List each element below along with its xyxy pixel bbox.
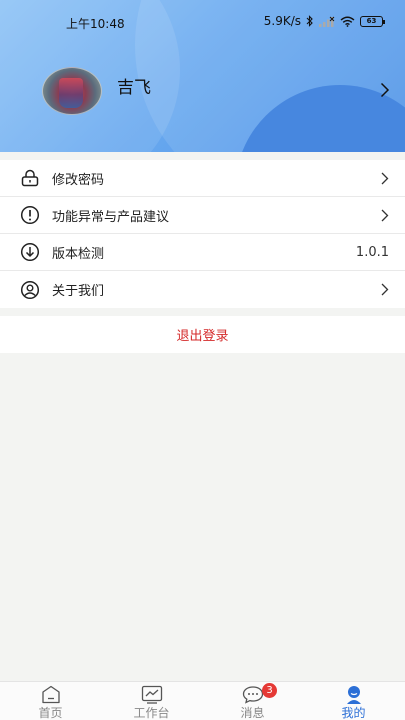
bluetooth-icon (306, 15, 313, 27)
wifi-icon (340, 16, 355, 27)
chevron-right-icon (381, 172, 389, 184)
avatar[interactable] (42, 67, 102, 115)
tab-workbench[interactable]: 工作台 (101, 682, 202, 720)
tab-messages[interactable]: 3 消息 (202, 682, 303, 720)
status-time: 上午10:48 (66, 17, 125, 31)
lock-icon (21, 169, 39, 187)
download-circle-icon (20, 242, 40, 262)
tab-label: 工作台 (133, 706, 170, 720)
unread-badge: 3 (262, 683, 277, 698)
tab-label: 我的 (341, 706, 366, 720)
menu-item-label: 功能异常与产品建议 (52, 209, 170, 225)
menu-item-change-password[interactable]: 修改密码 (0, 160, 405, 197)
network-speed: 5.9K/s (263, 14, 301, 28)
chevron-right-icon (381, 283, 389, 296)
status-indicators: 5.9K/s 63 (263, 14, 385, 28)
logout-button[interactable]: 退出登录 (0, 316, 405, 353)
user-circle-icon (20, 280, 40, 299)
tab-label: 首页 (38, 706, 63, 720)
tab-label: 消息 (240, 706, 265, 720)
chevron-right-icon[interactable] (380, 82, 390, 98)
username[interactable]: 吉飞 (117, 73, 151, 98)
workbench-chart-icon (141, 685, 162, 704)
chevron-right-icon (381, 209, 389, 221)
avatar-photo (59, 78, 83, 108)
menu-item-label: 修改密码 (52, 172, 105, 188)
menu-item-label: 版本检测 (52, 246, 105, 262)
bottom-tab-bar: 首页 工作台 3 消息 我的 (0, 681, 405, 720)
exclamation-circle-icon (20, 205, 40, 225)
tab-home[interactable]: 首页 (0, 682, 101, 720)
settings-menu: 修改密码 功能异常与产品建议 版本检测 1.0.1 关于我们 (0, 160, 405, 308)
status-bar: 上午10:48 5.9K/s 63 (0, 0, 405, 44)
battery-icon: 63 (360, 15, 385, 27)
menu-item-about-us[interactable]: 关于我们 (0, 271, 405, 308)
signal-icon (319, 16, 335, 27)
message-icon (242, 686, 263, 704)
tab-profile[interactable]: 我的 (303, 682, 404, 720)
menu-item-version-check[interactable]: 版本检测 1.0.1 (0, 234, 405, 271)
profile-icon (346, 686, 361, 704)
profile-header: 上午10:48 5.9K/s 63 吉飞 (0, 0, 405, 152)
version-number: 1.0.1 (355, 244, 389, 260)
home-icon (41, 685, 60, 704)
menu-item-feedback[interactable]: 功能异常与产品建议 (0, 197, 405, 234)
menu-item-label: 关于我们 (52, 284, 105, 299)
